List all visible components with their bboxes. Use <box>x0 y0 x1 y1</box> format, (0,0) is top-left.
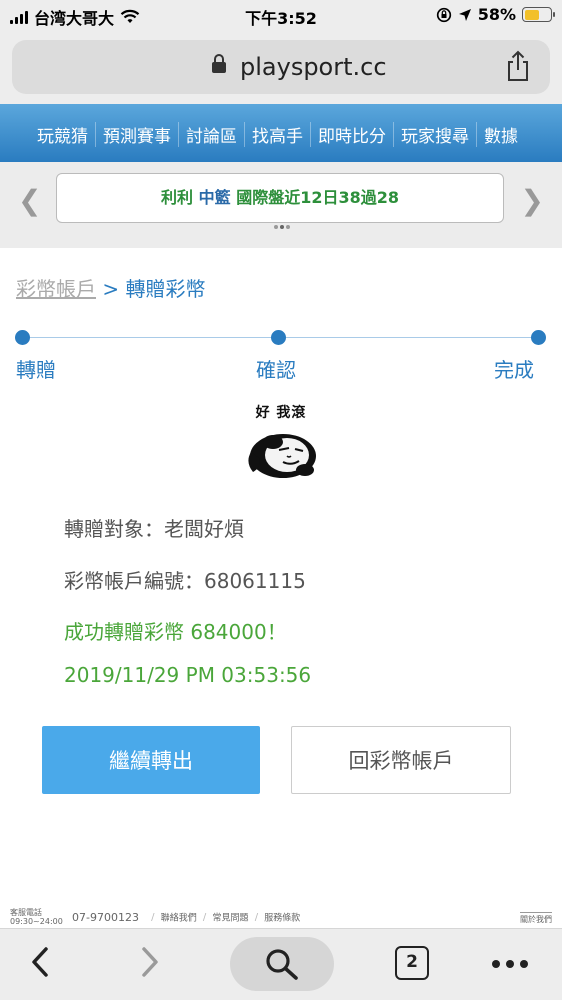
breadcrumb-current: 轉贈彩幣 <box>125 277 206 301</box>
footer-separator: / <box>254 911 259 923</box>
banner-player: 利利 <box>161 188 194 207</box>
lock-icon <box>212 54 226 74</box>
meme-sticker: 好 我滾 <box>237 402 325 490</box>
nav-item[interactable]: 預測賽事 <box>95 122 178 147</box>
nav-item[interactable]: 玩家搜尋 <box>393 122 476 147</box>
meme-caption: 好 我滾 <box>255 405 307 421</box>
transfer-timestamp: 2019/11/29 PM 03:53:56 <box>64 663 312 687</box>
status-right: 58% <box>436 5 555 24</box>
forward-arrow-icon[interactable] <box>134 945 164 979</box>
nav-item[interactable]: 找高手 <box>244 122 310 147</box>
carousel-dot <box>286 225 290 229</box>
browser-chrome: playsport.cc <box>0 32 562 104</box>
more-dot <box>492 960 500 968</box>
phone-label: 客服電話 <box>10 908 42 917</box>
recipient-row: 轉贈對象：老闆好煩 <box>64 513 244 542</box>
carousel-dot-active <box>280 225 284 229</box>
more-options-icon[interactable] <box>492 960 528 968</box>
step-label-confirm: 確認 <box>256 358 296 382</box>
search-button[interactable] <box>230 937 334 991</box>
continue-transfer-button[interactable]: 繼續轉出 <box>42 726 260 794</box>
site-footer: 客服電話 09:30~24:00 07-9700123 / 聯絡我們 / 常見問… <box>10 908 552 926</box>
promo-banner[interactable]: 利利 中籃 國際盤近12日38過28 <box>56 173 504 223</box>
account-row: 彩幣帳戶編號：68061115 <box>64 565 306 594</box>
nav-item[interactable]: 討論區 <box>178 122 244 147</box>
panda-meme-icon <box>248 434 316 478</box>
battery-icon <box>522 7 555 22</box>
chevron-left-icon[interactable]: ❮ <box>18 184 41 217</box>
step-dot-1 <box>15 330 30 345</box>
status-bar: 台湾大哥大 下午3:52 58% <box>0 0 562 32</box>
share-icon[interactable] <box>504 50 532 82</box>
banner-carousel: ❮ 利利 中籃 國際盤近12日38過28 ❯ <box>0 162 562 248</box>
more-dot <box>520 960 528 968</box>
rotation-lock-icon <box>436 7 451 22</box>
breadcrumb: 彩幣帳戶 > 轉贈彩幣 <box>16 273 205 302</box>
phone-label-block: 客服電話 09:30~24:00 <box>10 908 63 926</box>
nav-item[interactable]: 即時比分 <box>310 122 393 147</box>
search-icon <box>266 949 298 980</box>
step-label-done: 完成 <box>494 358 534 382</box>
about-link[interactable]: 關於我們 <box>520 912 552 925</box>
address-bar[interactable]: playsport.cc <box>12 40 550 94</box>
nav-item[interactable]: 玩競猜 <box>30 122 95 147</box>
breadcrumb-root-link[interactable]: 彩幣帳戶 <box>16 277 96 301</box>
recipient-label: 轉贈對象： <box>64 517 164 541</box>
battery-percent: 58% <box>477 5 516 24</box>
faq-link[interactable]: 常見問題 <box>212 914 248 924</box>
footer-separator: / <box>202 911 207 923</box>
account-value: 68061115 <box>204 569 306 593</box>
service-hours: 09:30~24:00 <box>10 917 63 926</box>
nav-item[interactable]: 數據 <box>476 122 525 147</box>
account-label: 彩幣帳戶編號： <box>64 569 204 593</box>
footer-separator: / <box>151 911 155 923</box>
contact-link[interactable]: 聯絡我們 <box>161 914 197 924</box>
banner-record: 國際盤近12日38過28 <box>236 188 399 207</box>
battery-fill <box>524 9 539 20</box>
step-dot-3 <box>531 330 546 345</box>
url-text: playsport.cc <box>240 53 387 81</box>
breadcrumb-separator: > <box>102 277 120 301</box>
step-dot-2 <box>271 330 286 345</box>
recipient-value: 老闆好煩 <box>164 517 244 541</box>
carousel-dots <box>274 225 290 229</box>
nav-items: 玩競猜 預測賽事 討論區 找高手 即時比分 玩家搜尋 數據 <box>30 122 525 147</box>
back-to-account-button[interactable]: 回彩幣帳戶 <box>291 726 511 794</box>
phone-number[interactable]: 07-9700123 <box>72 911 139 924</box>
carousel-dot <box>274 225 278 229</box>
location-icon <box>458 8 471 21</box>
tabs-button[interactable]: 2 <box>395 946 429 980</box>
success-message: 成功轉贈彩幣 684000！ <box>64 620 287 644</box>
terms-link[interactable]: 服務條款 <box>264 914 300 924</box>
step-label-transfer: 轉贈 <box>16 358 56 382</box>
more-dot <box>506 960 514 968</box>
site-navigation: 玩競猜 預測賽事 討論區 找高手 即時比分 玩家搜尋 數據 <box>0 104 562 162</box>
back-arrow-icon[interactable] <box>26 945 56 979</box>
browser-toolbar: 2 <box>0 928 562 1000</box>
banner-league: 中籃 <box>198 188 231 207</box>
chevron-right-icon[interactable]: ❯ <box>521 184 544 217</box>
